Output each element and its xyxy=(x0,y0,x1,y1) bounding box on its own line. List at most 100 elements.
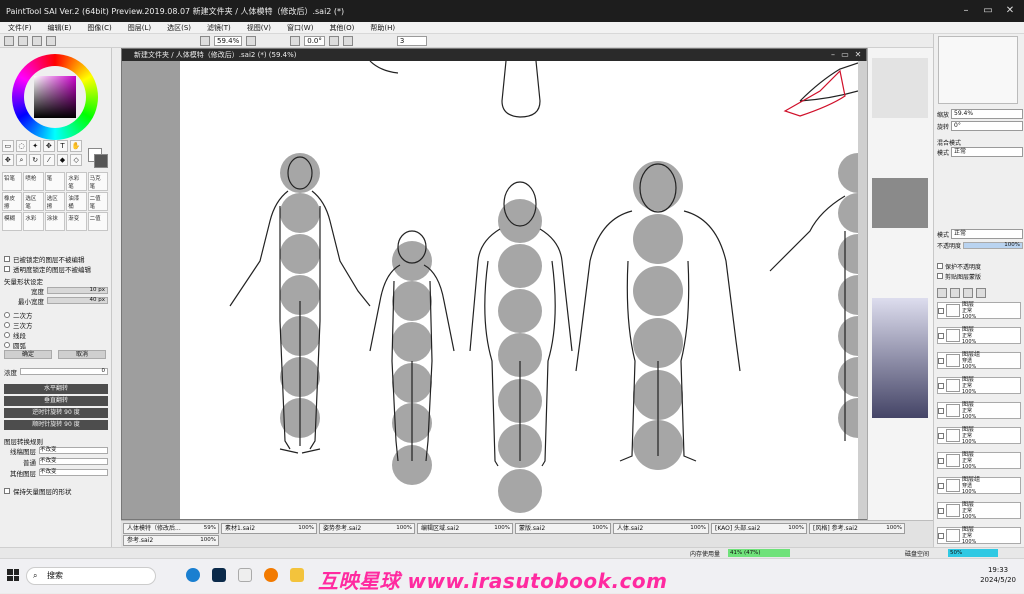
undo-icon[interactable] xyxy=(4,35,14,46)
system-clock[interactable]: 19:33 2024/5/20 xyxy=(980,565,1016,585)
eyedropper-icon[interactable]: ⁄ xyxy=(43,154,55,166)
rotate-icon[interactable]: ↻ xyxy=(29,154,41,166)
protect-row[interactable]: 保护不透明度 xyxy=(937,262,1023,271)
lock-cb-row-1[interactable]: 已被锁定的图层不被编辑 xyxy=(4,254,108,264)
invert-icon[interactable] xyxy=(46,35,56,46)
paint-tool-icon[interactable] xyxy=(238,568,252,582)
brush-deselect[interactable]: 选区擦 xyxy=(44,192,66,211)
blender-icon[interactable] xyxy=(264,568,278,582)
photoshop-icon[interactable] xyxy=(212,568,226,582)
menu-edit[interactable]: 编辑(E) xyxy=(40,23,80,33)
brush-watercolor[interactable]: 水彩笔 xyxy=(66,172,87,191)
canvas-scrollbar[interactable] xyxy=(858,61,867,519)
eye-icon[interactable] xyxy=(938,332,944,339)
eye-icon[interactable] xyxy=(938,307,944,314)
radio-row-2[interactable]: 三次方 xyxy=(4,320,108,330)
eye-icon[interactable] xyxy=(938,532,944,539)
maximize-icon[interactable]: ▭ xyxy=(980,5,996,17)
menu-file[interactable]: 文件(F) xyxy=(0,23,40,33)
zoom-icon[interactable]: ⌕ xyxy=(15,154,28,166)
nav-angle-field[interactable]: 0° xyxy=(951,121,1023,131)
layer-item[interactable]: 图层组 穿透 100% xyxy=(937,351,1021,370)
flip-h-button[interactable]: 水平翻转 xyxy=(4,384,108,394)
zoom-out-icon[interactable] xyxy=(200,35,210,46)
delete-layer-icon[interactable] xyxy=(976,288,986,298)
brush-marker[interactable]: 马克笔 xyxy=(87,172,108,191)
clip-checkbox[interactable] xyxy=(937,273,943,279)
flip-v-button[interactable]: 垂直翻转 xyxy=(4,396,108,406)
minimize-icon[interactable]: – xyxy=(958,5,974,17)
convert-select-1[interactable]: 不改变 xyxy=(39,447,108,454)
nav-zoom-field[interactable]: 59.4% xyxy=(951,109,1023,119)
stabilizer-field[interactable]: 3 xyxy=(396,35,427,46)
document-tab[interactable]: 人体.sai2 100% xyxy=(613,523,709,534)
deselect-icon[interactable] xyxy=(32,35,42,46)
menu-filter[interactable]: 滤镜(T) xyxy=(199,23,239,33)
document-tab[interactable]: [KAO] 头部.sai2 100% xyxy=(711,523,807,534)
color-square[interactable] xyxy=(34,76,76,118)
mode-select[interactable]: 正常 xyxy=(951,147,1023,157)
eye-icon[interactable] xyxy=(938,457,944,464)
rotate-cw-button[interactable]: 顺时针旋转 90 度 xyxy=(4,420,108,430)
rotate-left-icon[interactable] xyxy=(290,35,301,46)
radio-row-3[interactable]: 线段 xyxy=(4,330,108,340)
layer-mode-select[interactable]: 正常 xyxy=(951,229,1023,239)
lock-cb-row-2[interactable]: 透明度锁定的图层不被编辑 xyxy=(4,264,108,274)
document-tab[interactable]: 姿势参考.sai2 100% xyxy=(319,523,415,534)
brush-gradient[interactable]: 渐变 xyxy=(66,212,87,231)
menu-help[interactable]: 帮助(H) xyxy=(362,23,403,33)
menu-view[interactable]: 视图(V) xyxy=(239,23,279,33)
magic-wand-icon[interactable]: ✦ xyxy=(29,140,41,152)
document-tab[interactable]: 蒙版.sai2 100% xyxy=(515,523,611,534)
document-tab[interactable]: 编辑区域.sai2 100% xyxy=(417,523,513,534)
layer-item[interactable]: 图层 正常 100% xyxy=(937,376,1021,395)
eye-icon[interactable] xyxy=(938,432,944,439)
shape-icon[interactable]: ◇ xyxy=(70,154,82,166)
lasso-icon[interactable]: ◌ xyxy=(15,140,28,152)
brush-paint[interactable]: 水彩 xyxy=(23,212,44,231)
radio-row-1[interactable]: 二次方 xyxy=(4,310,108,320)
new-folder-icon[interactable] xyxy=(963,288,973,298)
move-view-icon[interactable]: ✥ xyxy=(2,154,14,166)
primary-color-swatch[interactable] xyxy=(94,154,108,168)
radio-arc[interactable] xyxy=(4,341,10,348)
canvas-minimize-icon[interactable]: – xyxy=(828,50,838,60)
width-slider[interactable]: 10 px xyxy=(47,287,108,294)
document-tab[interactable]: [风格] 参考.sai2 100% xyxy=(809,523,905,534)
keep-shape-checkbox[interactable] xyxy=(4,487,10,494)
brush-bucket[interactable]: 油漆桶 xyxy=(66,192,87,211)
radio-quadratic[interactable] xyxy=(4,311,10,318)
select-rect-icon[interactable]: ▭ xyxy=(2,140,14,152)
redo-icon[interactable] xyxy=(18,35,28,46)
canvas-maximize-icon[interactable]: ▭ xyxy=(840,50,850,60)
edge-icon[interactable] xyxy=(186,568,200,582)
menu-select[interactable]: 选区(S) xyxy=(159,23,199,33)
layer-item[interactable]: 图层组 穿透 100% xyxy=(937,476,1021,495)
brush-brush[interactable]: 笔 xyxy=(44,172,66,191)
hand-icon[interactable]: ✋ xyxy=(70,140,82,152)
density-field[interactable]: 0 xyxy=(20,368,108,375)
layer-item[interactable]: 图层 正常 100% xyxy=(937,326,1021,345)
layer-item[interactable]: 图层 正常 100% xyxy=(937,526,1021,545)
menu-layer[interactable]: 图层(L) xyxy=(120,23,159,33)
lock-checkbox-2[interactable] xyxy=(4,265,10,272)
keep-shape-row[interactable]: 保持矢量图层的形状 xyxy=(4,486,108,496)
layer-item[interactable]: 图层 正常 100% xyxy=(937,426,1021,445)
document-tab[interactable]: 素材1.sai2 100% xyxy=(221,523,317,534)
zoom-in-icon[interactable] xyxy=(246,35,257,46)
new-layer-icon[interactable] xyxy=(937,288,947,298)
fill-icon[interactable]: ◆ xyxy=(56,154,69,166)
brush-binary[interactable]: 二值 xyxy=(87,212,108,231)
layer-item[interactable]: 图层 正常 100% xyxy=(937,501,1021,520)
lock-checkbox-1[interactable] xyxy=(4,255,10,262)
color-wheel[interactable] xyxy=(12,54,98,140)
ok-button[interactable]: 确定 xyxy=(4,350,52,359)
layer-item[interactable]: 图层 正常 100% xyxy=(937,401,1021,420)
zoom-field[interactable]: 59.4% xyxy=(214,35,243,46)
layer-item[interactable]: 图层 正常 100% xyxy=(937,301,1021,320)
eye-icon[interactable] xyxy=(938,407,944,414)
convert-select-2[interactable]: 不改变 xyxy=(39,458,108,465)
radio-row-4[interactable]: 圆弧 xyxy=(4,340,108,350)
cancel-button[interactable]: 取消 xyxy=(58,350,106,359)
opacity-slider[interactable]: 100% xyxy=(963,241,1023,249)
